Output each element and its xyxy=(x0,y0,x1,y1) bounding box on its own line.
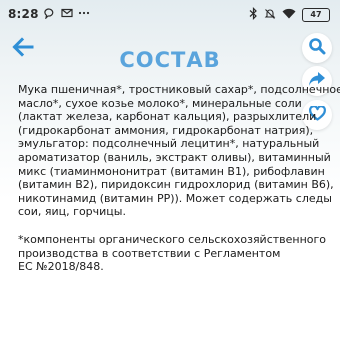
composition-line: никотинамид (витамин PP)). Может содержа… xyxy=(18,191,332,205)
composition-line: микс (тиаминмононитрат (витамин B1), риб… xyxy=(18,164,325,178)
composition-line: (лактат железа, карбонат кальция), разры… xyxy=(18,110,317,124)
bluetooth-icon xyxy=(249,7,258,23)
more-notifications-icon xyxy=(78,7,90,22)
page-title: СОСТАВ xyxy=(119,48,221,72)
composition-line: (гидрокарбонат аммония, гидрокарбонат на… xyxy=(18,123,314,137)
battery-indicator: 47 xyxy=(302,8,330,22)
composition-line: масло*, сухое козье молоко*, минеральные… xyxy=(18,96,302,110)
wifi-icon xyxy=(282,8,296,22)
composition-line: сои, яиц, горчицы. xyxy=(18,205,126,219)
screen: 8:28 47 СОСТАВ Мука пшеничная*, тростник… xyxy=(0,0,340,340)
composition-text: Мука пшеничная*, тростниковый сахар*, по… xyxy=(18,83,340,274)
composition-line: (витамин B2), пиридоксин гидрохлорид (ви… xyxy=(18,178,334,192)
mail-icon xyxy=(61,7,73,22)
composition-line: эмульгатор: подсолнечный лецитин*, натур… xyxy=(18,137,320,151)
status-bar: 8:28 47 xyxy=(0,0,340,28)
composition-line: ароматизатор (ваниль, экстракт оливы), в… xyxy=(18,150,331,164)
composition-line: Мука пшеничная*, тростниковый сахар*, по… xyxy=(18,83,340,96)
footnote-line: *компоненты органического сельскохозяйст… xyxy=(18,232,327,246)
mute-icon xyxy=(264,8,276,23)
footnote-line: производства в соответствии с Регламенто… xyxy=(18,246,281,260)
bottom-area xyxy=(0,270,340,340)
messenger-icon xyxy=(44,7,56,22)
search-button[interactable] xyxy=(302,33,332,63)
status-notification-icons xyxy=(44,7,90,22)
footnote-line: ЕС №2018/848. xyxy=(18,260,104,274)
status-system-icons: 47 xyxy=(249,7,330,23)
search-icon xyxy=(308,37,326,59)
status-time: 8:28 xyxy=(8,7,39,21)
